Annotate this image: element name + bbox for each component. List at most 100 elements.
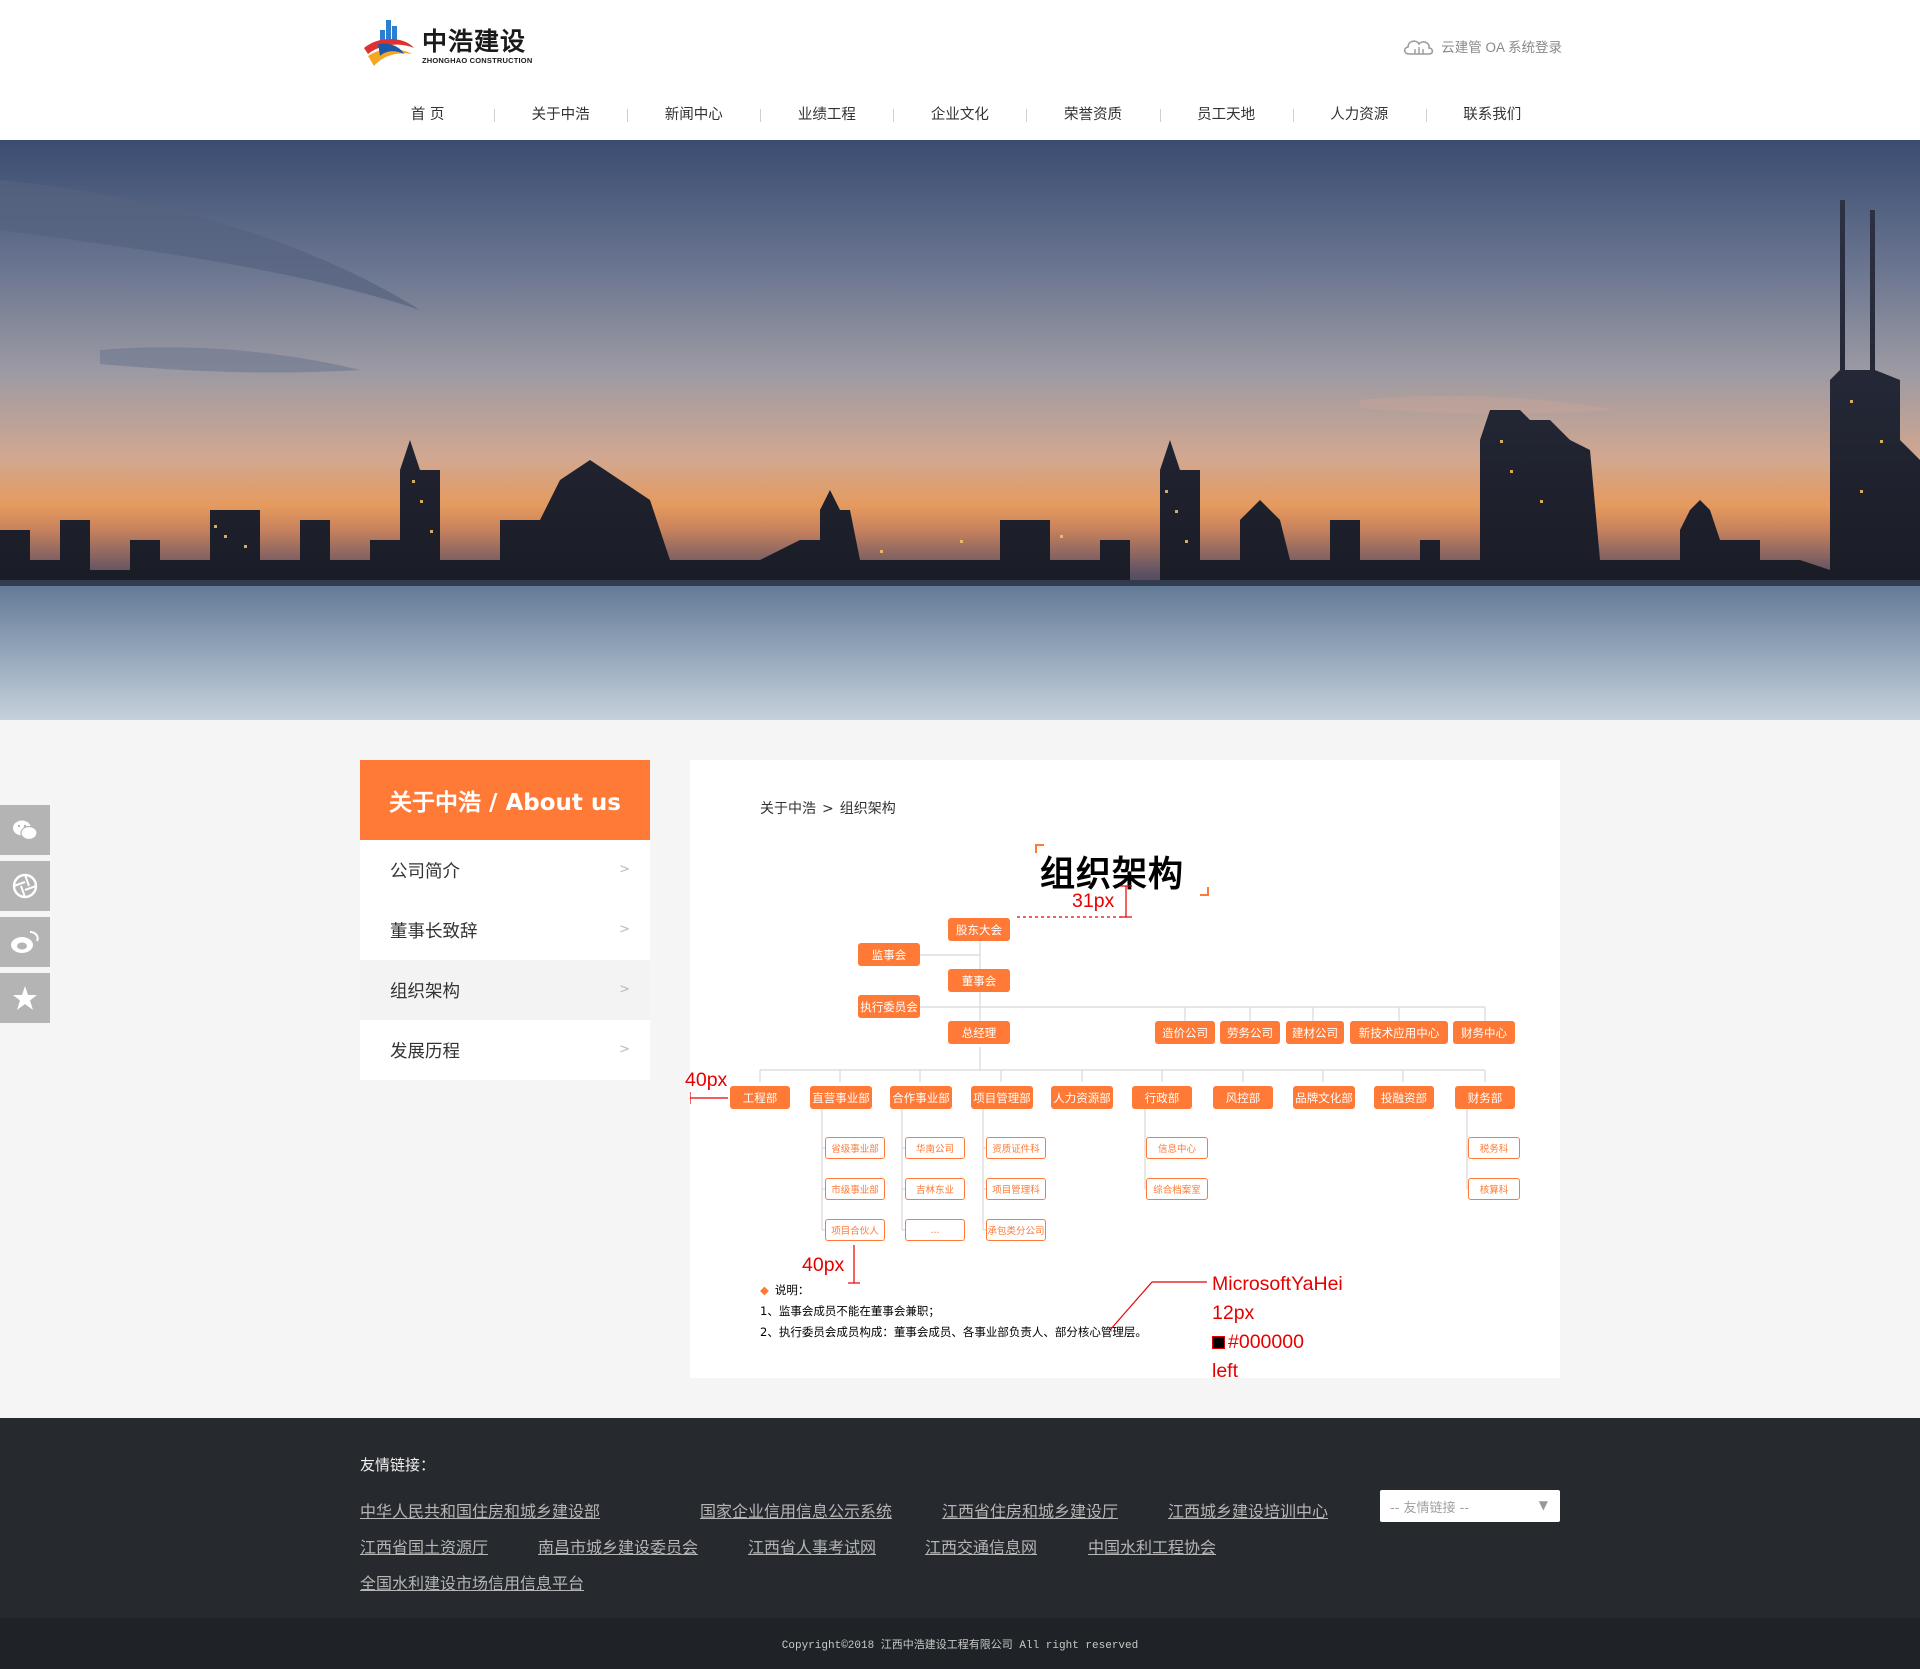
side-item-chairman[interactable]: 董事长致辞 > [360,900,650,960]
node-executive-committee: 执行委员会 [858,995,920,1018]
side-item-label: 董事长致辞 [390,921,478,942]
sub-municipal-division: 市级事业部 [825,1178,885,1200]
node-board-of-directors: 董事会 [948,969,1010,992]
sub-project-mgmt-section: 项目管理科 [986,1178,1046,1200]
friend-link-jiangxi-housing[interactable]: 江西省住房和城乡建设厅 [942,1498,1118,1522]
aperture-icon [12,873,38,899]
nav-projects[interactable]: 业绩工程 [760,101,893,129]
chevron-right-icon: > [619,1042,630,1057]
wechat-icon [13,820,38,841]
side-item-label: 发展历程 [390,1041,460,1062]
annotation-color: #000000 [1228,1331,1304,1353]
sub-tax-section: 税务科 [1468,1137,1520,1159]
site-header: 中浩建设 ZHONGHAO CONSTRUCTION 云建管 OA 系统登录 首… [0,0,1920,140]
nav-hr[interactable]: 人力资源 [1292,101,1426,129]
annotation-align: left [1212,1360,1239,1382]
logo-english: ZHONGHAO CONSTRUCTION [422,55,533,65]
annotation-31px: 31px [1072,890,1115,912]
nav-news[interactable]: 新闻中心 [627,101,760,129]
node-dept-direct: 直营事业部 [810,1086,872,1109]
select-placeholder: -- 友情链接 -- [1390,1500,1470,1516]
chevron-right-icon: > [619,982,630,997]
nav-about[interactable]: 关于中浩 [494,101,627,129]
sub-contract-branch: 承包类分公司 [986,1219,1046,1241]
friend-links-select[interactable]: -- 友情链接 -- ▼ [1380,1490,1560,1522]
share-favorite-button[interactable] [0,973,50,1023]
sub-info-center: 信息中心 [1146,1137,1208,1159]
site-logo[interactable]: 中浩建设 ZHONGHAO CONSTRUCTION [360,18,540,74]
node-dept-engineering: 工程部 [730,1086,790,1109]
share-moments-button[interactable] [0,861,50,911]
node-dept-brand: 品牌文化部 [1293,1086,1355,1109]
friend-link-land-resources[interactable]: 江西省国土资源厅 [360,1534,488,1558]
side-menu-list: 公司简介 > 董事长致辞 > 组织架构 > 发展历程 > [360,840,650,1080]
main-nav: 首 页 关于中浩 新闻中心 业绩工程 企业文化 荣誉资质 员工天地 人力资源 联… [361,101,1559,129]
node-dept-cooperation: 合作事业部 [890,1086,952,1109]
sub-jilin-branch: 吉林东业 [905,1178,965,1200]
side-item-label: 组织架构 [390,981,460,1002]
caret-down-icon: ▼ [1538,1498,1548,1512]
side-item-organization[interactable]: 组织架构 > [360,960,650,1020]
node-dept-finance: 财务部 [1455,1086,1515,1109]
nav-culture[interactable]: 企业文化 [893,101,1026,129]
site-footer: 友情链接： 中华人民共和国住房和城乡建设部 国家企业信用信息公示系统 江西省住房… [0,1418,1920,1618]
share-weibo-button[interactable] [0,917,50,967]
note-line-2: 2、执行委员会成员构成：董事会成员、各事业部负责人、部分核心管理层。 [760,1325,1147,1339]
weibo-icon [11,931,39,953]
node-dept-investment: 投融资部 [1374,1086,1434,1109]
chevron-right-icon: > [619,862,630,877]
color-swatch-icon [1212,1336,1225,1349]
share-bar [0,805,50,1029]
sub-south-china-company: 华南公司 [905,1137,965,1159]
annotation-color-row: #000000 [1212,1328,1343,1357]
annotation-40px-left: 40px [685,1069,728,1091]
copyright-bar: Copyright©2018 江西中浩建设工程有限公司 All right re… [0,1618,1920,1669]
sub-archives: 综合档案室 [1146,1178,1208,1200]
friend-link-credit-system[interactable]: 国家企业信用信息公示系统 [700,1498,892,1522]
nav-contact[interactable]: 联系我们 [1425,101,1559,129]
node-company-cost: 造价公司 [1155,1021,1215,1044]
friend-links-title: 友情链接： [360,1456,436,1474]
main-content: 关于中浩 > 组织架构 组织架构 股东大会 监事会 董事会 执行委员会 总经理 … [685,760,1560,1382]
diamond-bullet-icon: ◆ [760,1283,769,1297]
friend-link-nanchang-committee[interactable]: 南昌市城乡建设委员会 [538,1534,698,1558]
friend-link-water-credit-platform[interactable]: 全国水利建设市场信用信息平台 [360,1570,584,1594]
annotation-font-spec: MicrosoftYaHei 12px #000000 left [1212,1270,1343,1386]
friend-link-water-association[interactable]: 中国水利工程协会 [1088,1534,1216,1558]
chart-notes: ◆ 说明： 1、监事会成员不能在董事会兼职； 2、执行委员会成员构成：董事会成员、… [760,1280,1147,1343]
logo-chinese: 中浩建设 [422,26,527,56]
node-shareholders-meeting: 股东大会 [948,918,1010,941]
logo-mark-icon [364,20,414,66]
sub-qualification-section: 资质证件科 [986,1137,1046,1159]
friend-link-training-center[interactable]: 江西城乡建设培训中心 [1168,1498,1328,1522]
sub-provincial-division: 省级事业部 [825,1137,885,1159]
nav-staff[interactable]: 员工天地 [1159,101,1293,129]
node-company-materials: 建材公司 [1286,1021,1344,1044]
cloud-icon [1404,40,1434,55]
node-dept-risk: 风控部 [1213,1086,1273,1109]
sub-more: ... [905,1219,965,1241]
star-icon [13,986,37,1010]
annotation-font-size: 12px [1212,1302,1255,1324]
chevron-right-icon: > [619,922,630,937]
side-item-history[interactable]: 发展历程 > [360,1020,650,1080]
nav-home[interactable]: 首 页 [361,101,494,129]
banner-cityscape-image [0,140,1920,720]
skyline-illustration [0,180,1920,720]
sub-project-partner: 项目合伙人 [825,1219,885,1241]
note-line-1: 1、监事会成员不能在董事会兼职； [760,1304,940,1318]
annotation-40px-bottom: 40px [802,1254,845,1276]
friend-link-exam-network[interactable]: 江西省人事考试网 [748,1534,876,1558]
friend-link-mohurd[interactable]: 中华人民共和国住房和城乡建设部 [360,1498,600,1522]
share-wechat-button[interactable] [0,805,50,855]
node-supervisory-board: 监事会 [858,943,920,966]
oa-login-link[interactable]: 云建管 OA 系统登录 [1401,34,1562,58]
side-item-profile[interactable]: 公司简介 > [360,840,650,900]
node-dept-hr: 人力资源部 [1051,1086,1113,1109]
node-general-manager: 总经理 [948,1021,1010,1044]
friend-link-traffic-network[interactable]: 江西交通信息网 [925,1534,1037,1558]
side-menu: 关于中浩 / About us 公司简介 > 董事长致辞 > 组织架构 > 发展历程 > [360,760,650,1080]
node-dept-admin: 行政部 [1132,1086,1192,1109]
nav-honors[interactable]: 荣誉资质 [1026,101,1159,129]
sub-accounting-section: 核算科 [1468,1178,1520,1200]
